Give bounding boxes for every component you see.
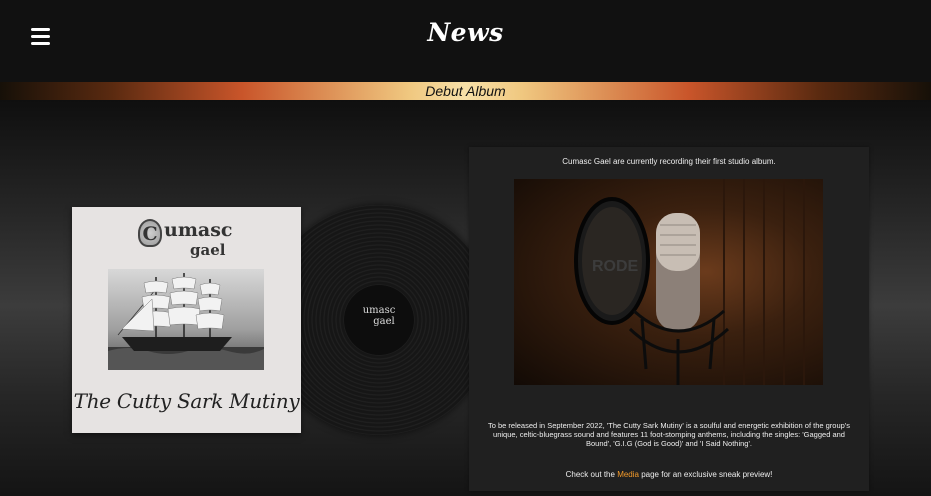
media-callout: Check out the Media page for an exclusiv… bbox=[469, 470, 869, 479]
mic-brand-text: RODE bbox=[592, 258, 639, 275]
studio-microphone-image: RODE bbox=[514, 179, 823, 385]
site-header: News bbox=[0, 0, 931, 82]
album-artwork: umasc gael C umasc gael The Cutty Sark M… bbox=[72, 205, 494, 435]
vinyl-label-line1: umasc bbox=[362, 305, 396, 316]
cover-band-name: umasc bbox=[164, 219, 233, 241]
album-description: To be released in September 2022, 'The C… bbox=[487, 421, 850, 448]
cta-text-after: page for an exclusive sneak preview! bbox=[638, 470, 773, 479]
media-page-link[interactable]: Media bbox=[617, 470, 639, 479]
main-content: umasc gael C umasc gael The Cutty Sark M… bbox=[0, 100, 931, 496]
banner-label: Debut Album bbox=[425, 83, 506, 99]
tall-ship-image bbox=[108, 269, 264, 370]
album-info-panel: Cumasc Gael are currently recording thei… bbox=[469, 147, 869, 491]
album-title: The Cutty Sark Mutiny bbox=[73, 389, 300, 413]
page-title: News bbox=[427, 18, 504, 47]
section-banner: Debut Album bbox=[0, 82, 931, 100]
cta-text-before: Check out the bbox=[565, 470, 618, 479]
band-logo-icon: C bbox=[138, 219, 162, 247]
vinyl-label-line2: gael bbox=[373, 316, 395, 327]
intro-text: Cumasc Gael are currently recording thei… bbox=[562, 157, 776, 166]
vinyl-label: umasc gael bbox=[344, 285, 414, 355]
album-cover: C umasc gael The Cutty Sark Mutiny bbox=[72, 207, 301, 433]
cover-band-name-2: gael bbox=[190, 241, 226, 259]
